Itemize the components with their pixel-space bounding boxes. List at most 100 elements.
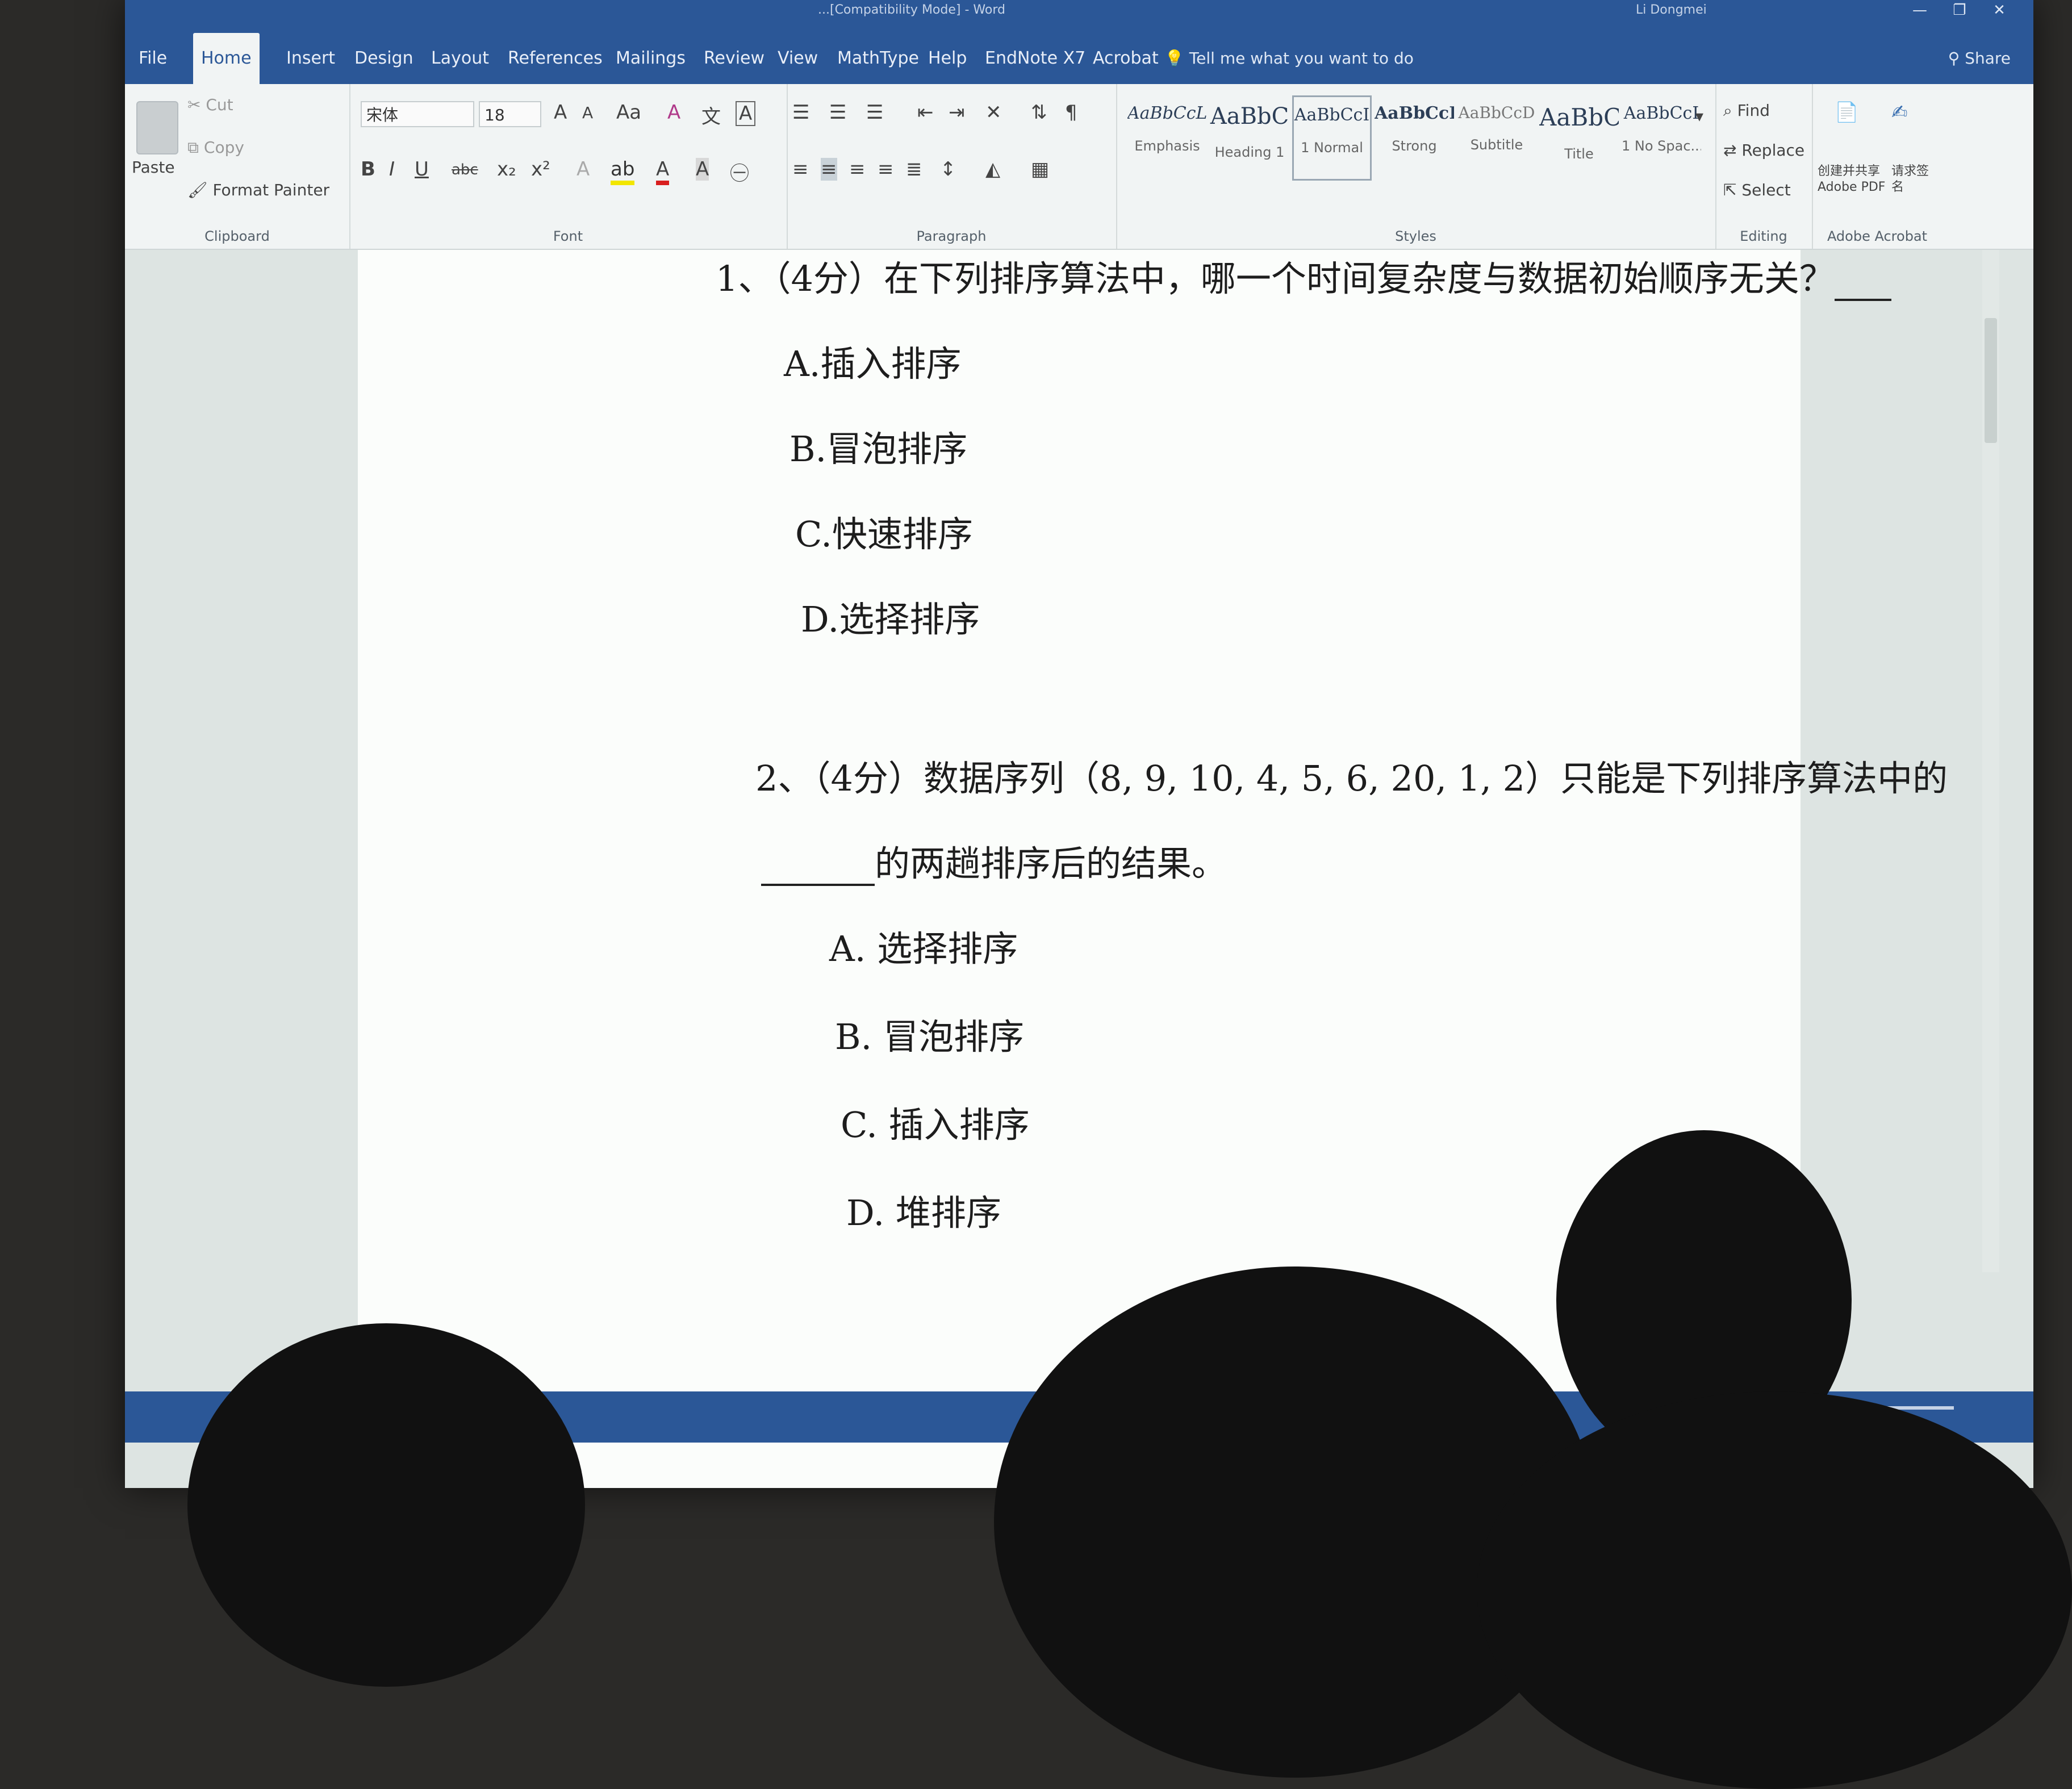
bold-icon[interactable]: B: [361, 158, 375, 181]
align-right-icon[interactable]: ≡: [849, 158, 866, 181]
character-shading-icon[interactable]: A: [696, 158, 709, 181]
share-button[interactable]: ⚲ Share: [1948, 33, 2011, 84]
style-normal[interactable]: AaBbCcI 1 Normal: [1292, 95, 1372, 181]
text-effects-icon[interactable]: A: [577, 158, 590, 181]
close-button[interactable]: ✕: [1982, 0, 2016, 20]
style-emphasis[interactable]: AaBbCcL Emphasis: [1127, 95, 1207, 181]
paste-button[interactable]: Paste: [132, 158, 175, 177]
share-label: Share: [1965, 49, 2011, 68]
underline-icon[interactable]: U: [415, 158, 429, 181]
styles-more-icon[interactable]: ▾: [1695, 107, 1703, 126]
distributed-icon[interactable]: ≣: [906, 158, 922, 181]
acrobat-label: Adobe Acrobat: [1827, 228, 1928, 244]
ribbon: Paste ✂ Cut ⧉ Copy 🖌 Format Painter Clip…: [125, 84, 2033, 250]
tab-review[interactable]: Review: [696, 33, 772, 84]
tab-mailings[interactable]: Mailings: [608, 33, 694, 84]
minimize-button[interactable]: —: [1903, 0, 1937, 20]
style-sample: AaBbCcI: [1375, 103, 1454, 123]
justify-icon[interactable]: ≡: [878, 158, 894, 181]
ribbon-tabs: File Home Insert Design Layout Reference…: [125, 20, 2033, 84]
multilevel-list-icon[interactable]: ☰: [866, 101, 883, 124]
tell-me-text: Tell me what you want to do: [1189, 49, 1414, 68]
highlight-icon[interactable]: ab: [611, 158, 635, 185]
q2-option-b: B. 冒泡排序: [835, 1016, 1024, 1057]
tell-me-box[interactable]: 💡 Tell me what you want to do: [1164, 33, 1414, 84]
font-size-select[interactable]: 18: [479, 101, 541, 127]
tab-design[interactable]: Design: [346, 33, 421, 84]
show-formatting-icon[interactable]: ¶: [1065, 101, 1077, 124]
create-pdf-icon[interactable]: 📄: [1835, 101, 1858, 124]
increase-indent-icon[interactable]: ⇥: [949, 101, 965, 124]
style-strong[interactable]: AaBbCcI Strong: [1375, 95, 1454, 181]
find-button[interactable]: ⌕ Find: [1723, 101, 1770, 120]
style-no-spacing[interactable]: AaBbCcI 1 No Spac...: [1622, 95, 1701, 181]
tab-view[interactable]: View: [770, 33, 826, 84]
q2-option-a: A. 选择排序: [829, 928, 1018, 969]
clipboard-label: Clipboard: [204, 228, 270, 244]
cut-button[interactable]: ✂ Cut: [187, 95, 233, 114]
italic-icon[interactable]: I: [389, 158, 395, 181]
tab-home[interactable]: Home: [193, 33, 260, 84]
paste-icon[interactable]: [136, 101, 178, 154]
font-size-value: 18: [484, 106, 505, 124]
enclose-characters-icon[interactable]: ㊀: [730, 158, 749, 186]
tab-insert[interactable]: Insert: [278, 33, 343, 84]
tab-acrobat[interactable]: Acrobat: [1085, 33, 1167, 84]
restore-button[interactable]: ❐: [1943, 0, 1977, 20]
tab-layout[interactable]: Layout: [423, 33, 497, 84]
strikethrough-icon[interactable]: abc: [452, 161, 478, 178]
request-signature-icon[interactable]: ✍: [1891, 101, 1908, 124]
vertical-scrollbar[interactable]: [1982, 250, 1999, 1272]
answer-blank[interactable]: [761, 851, 875, 886]
tab-references[interactable]: References: [500, 33, 611, 84]
style-sample: AaBbCcD: [1458, 103, 1535, 122]
replace-button[interactable]: ⇄ Replace: [1723, 141, 1804, 160]
change-case-icon[interactable]: Aa: [616, 101, 641, 124]
editing-label: Editing: [1740, 228, 1787, 244]
grow-font-icon[interactable]: A: [554, 101, 567, 124]
font-color-icon[interactable]: A: [656, 158, 670, 185]
shrink-font-icon[interactable]: A: [582, 103, 593, 122]
style-title[interactable]: AaBbC Title: [1539, 95, 1619, 181]
copy-button[interactable]: ⧉ Copy: [187, 138, 244, 157]
numbering-icon[interactable]: ☰: [829, 101, 846, 124]
bullets-icon[interactable]: ☰: [792, 101, 809, 124]
decrease-indent-icon[interactable]: ⇤: [917, 101, 934, 124]
title-bar: ...[Compatibility Mode] - Word Li Dongme…: [125, 0, 2033, 20]
tab-help[interactable]: Help: [920, 33, 975, 84]
sort-icon[interactable]: ⇅: [1031, 101, 1047, 124]
answer-blank[interactable]: [1834, 266, 1891, 301]
question-1-text: 1、（4分）在下列排序算法中，哪一个时间复杂度与数据初始顺序无关？: [716, 258, 1835, 299]
tab-mathtype[interactable]: MathType: [829, 33, 927, 84]
style-heading-1[interactable]: AaBbC Heading 1: [1210, 95, 1289, 181]
font-group: 宋体 18 A A Aa A 文 A B I U abc x₂ x² A ab …: [349, 84, 788, 249]
question-2-line-2-text: 的两趟排序后的结果。: [875, 843, 1227, 884]
align-center-icon[interactable]: ≡: [821, 158, 837, 181]
tab-file[interactable]: File: [131, 33, 175, 84]
borders-icon[interactable]: ▦: [1031, 158, 1049, 181]
format-painter-button[interactable]: 🖌 Format Painter: [187, 181, 329, 199]
select-button[interactable]: ⇱ Select: [1723, 181, 1791, 199]
phonetic-guide-icon[interactable]: 文: [701, 101, 721, 129]
cut-label: Cut: [206, 95, 233, 114]
superscript-icon[interactable]: x²: [531, 158, 550, 181]
clear-formatting-icon[interactable]: A: [667, 101, 680, 124]
line-spacing-icon[interactable]: ↕: [940, 158, 956, 181]
font-name-select[interactable]: 宋体: [361, 101, 474, 127]
request-signature-button[interactable]: 请求签名: [1891, 164, 1931, 195]
scrollbar-thumb[interactable]: [1985, 318, 1997, 443]
create-share-pdf-button[interactable]: 创建并共享 Adobe PDF: [1818, 164, 1886, 195]
copy-icon: ⧉: [187, 138, 199, 157]
shading-icon[interactable]: ◭: [985, 158, 1000, 181]
style-sample: AaBbC: [1210, 103, 1289, 129]
user-name[interactable]: Li Dongmei: [1636, 0, 1707, 20]
character-border-icon[interactable]: A: [736, 101, 756, 126]
style-subtitle[interactable]: AaBbCcD Subtitle: [1457, 95, 1536, 181]
tab-endnote[interactable]: EndNote X7: [977, 33, 1093, 84]
copy-label: Copy: [203, 138, 244, 157]
scissors-icon: ✂: [187, 95, 201, 114]
style-sample: AaBbC: [1539, 103, 1619, 131]
asian-layout-icon[interactable]: ✕: [985, 101, 1002, 124]
subscript-icon[interactable]: x₂: [497, 158, 516, 181]
align-left-icon[interactable]: ≡: [792, 158, 809, 181]
